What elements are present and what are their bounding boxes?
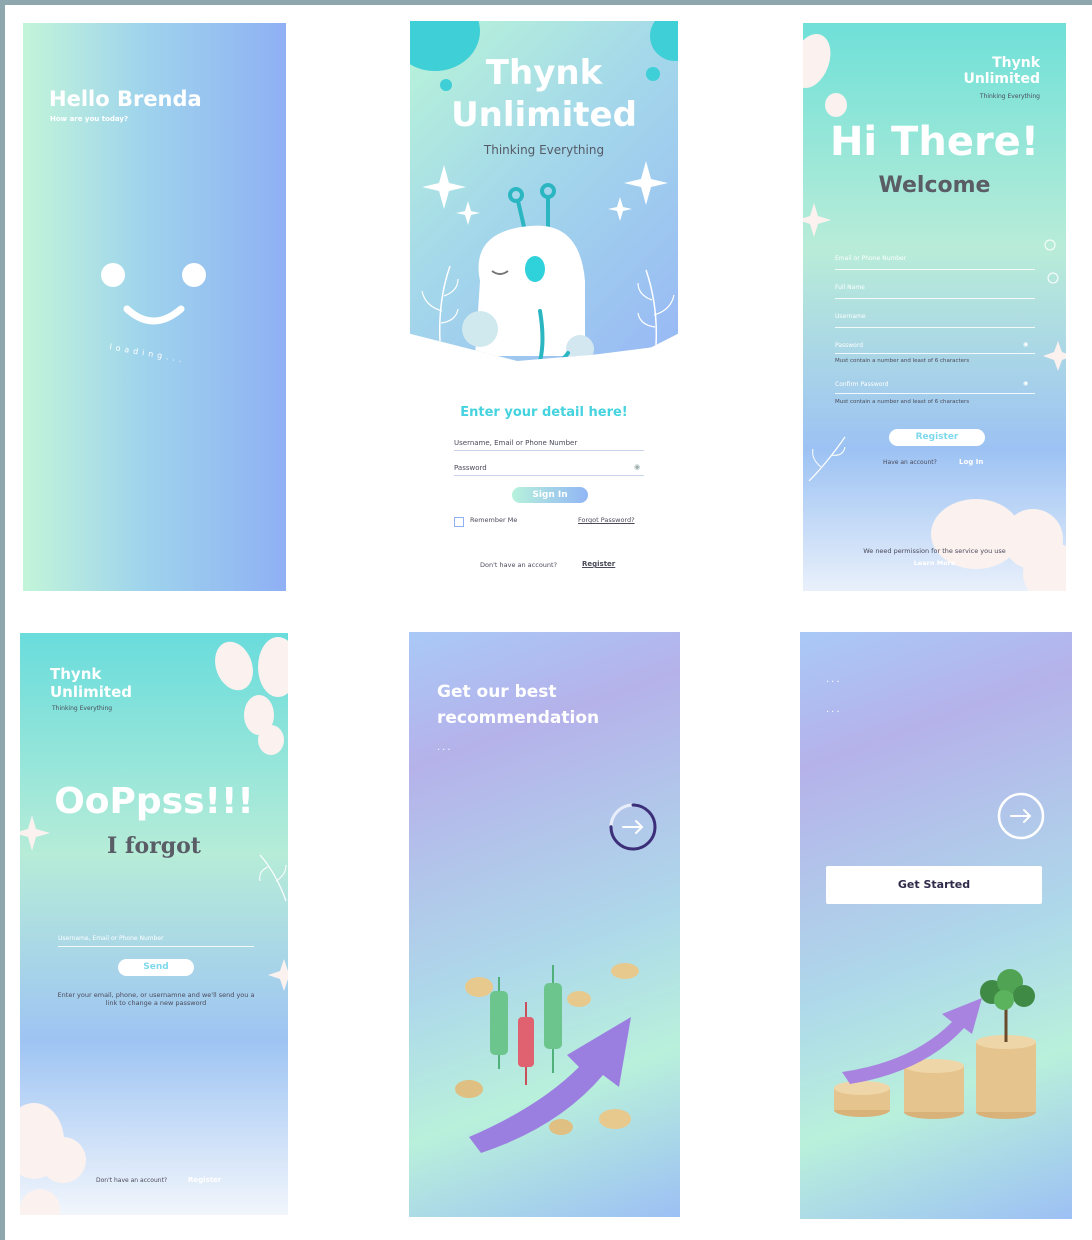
email-field-underline [835, 269, 1035, 270]
logo-tagline: Thinking Everything [52, 705, 113, 712]
loading-screen: Hello Brenda How are you today? loading.… [23, 23, 286, 591]
leaf-decoration-icon [259, 854, 287, 902]
forgot-password-link[interactable]: Forgot Password? [578, 516, 635, 524]
signin-heading: Enter your detail here! [460, 405, 628, 420]
logo-text-line2: Unlimited [963, 71, 1040, 87]
signin-hero: Thynk Unlimited Thinking Everything [410, 21, 678, 361]
register-subheading: Welcome [878, 173, 991, 198]
sparkle-icon [803, 203, 831, 237]
forgot-password-screen: Thynk Unlimited Thinking Everything OoPp… [20, 633, 288, 1215]
next-arrow-progress-button[interactable] [606, 800, 660, 854]
have-account-text: Have an account? [883, 459, 937, 466]
signin-button[interactable]: Sign In [512, 487, 588, 503]
ghost-mascot-icon [462, 183, 594, 361]
register-heading: Hi There! [829, 119, 1040, 165]
forgot-subheading: I forgot [107, 833, 201, 859]
leaf-decoration-icon [421, 265, 459, 341]
brand-title-line2: Unlimited [451, 95, 637, 135]
sparkle-icon [268, 959, 288, 991]
password-hint: Must contain a number and least of 6 cha… [835, 358, 970, 364]
eye-icon[interactable]: ◉ [634, 463, 640, 471]
send-button[interactable]: Send [118, 959, 194, 976]
password-input[interactable]: Password [454, 464, 644, 476]
page-dots: ... [437, 742, 453, 753]
cream-blob [258, 637, 288, 697]
username-field[interactable]: Username [835, 313, 866, 320]
forgot-input-underline [58, 946, 254, 947]
get-started-button[interactable]: Get Started [826, 866, 1042, 904]
logo-text-line2: Unlimited [50, 683, 132, 701]
candlestick-growth-illustration [455, 963, 639, 1153]
username-field-underline [835, 327, 1035, 328]
cream-blob [40, 1137, 86, 1183]
signin-screen: Thynk Unlimited Thinking Everything Ente… [410, 21, 678, 583]
next-arrow-button[interactable] [995, 790, 1047, 842]
forgot-heading: OoPpss!!! [54, 781, 254, 822]
register-button[interactable]: Register [889, 429, 985, 446]
register-link[interactable]: Register [582, 560, 615, 568]
smiley-face-icon [101, 263, 206, 325]
brand-title-line1: Thynk [485, 53, 603, 93]
cream-blob [208, 636, 260, 696]
confirm-password-underline [835, 393, 1035, 394]
register-screen: Thynk Unlimited Thinking Everything Hi T… [803, 23, 1066, 591]
onboarding-get-started-screen: ... ... Get Started [800, 632, 1072, 1219]
fullname-field[interactable]: Full Name [835, 284, 865, 291]
sparkle-icon [1043, 341, 1066, 371]
username-input[interactable]: Username, Email or Phone Number [454, 439, 644, 451]
password-field-underline [835, 353, 1035, 354]
cream-blob [803, 28, 838, 94]
greeting-subtitle: How are you today? [50, 115, 129, 123]
eye-icon[interactable]: ◉ [1023, 380, 1028, 387]
cream-blob [258, 725, 284, 755]
greeting-title: Hello Brenda [49, 87, 202, 111]
cream-blob [20, 1189, 60, 1215]
learn-more-link[interactable]: Learn More [803, 559, 1066, 567]
no-account-text: Don't have an account? [480, 561, 558, 569]
onboarding-headline-line2: recommendation [437, 708, 600, 728]
onboarding-recommendation-screen: Get our best recommendation ... [409, 632, 680, 1217]
forgot-instructions: Enter your email, phone, or usernamne an… [57, 991, 255, 1007]
register-link[interactable]: Register [188, 1176, 221, 1184]
confirm-password-field[interactable]: Confirm Password [835, 381, 889, 388]
logo-tagline: Thinking Everything [979, 93, 1040, 100]
login-link[interactable]: Log In [959, 458, 983, 466]
eye-icon[interactable]: ◉ [1023, 341, 1028, 348]
brand-tagline: Thinking Everything [483, 143, 605, 157]
cream-blob [825, 93, 847, 117]
leaf-decoration-icon [637, 269, 675, 345]
logo-text-line1: Thynk [992, 55, 1040, 71]
remember-me-label: Remember Me [470, 516, 518, 524]
remember-me-checkbox[interactable] [454, 517, 464, 527]
page-dots-top: ... [826, 674, 842, 685]
bubble-decoration-icon [1044, 239, 1059, 284]
onboarding-headline-line1: Get our best [437, 682, 557, 702]
password-field[interactable]: Password [835, 342, 863, 349]
leaf-decoration-icon [808, 436, 846, 482]
confirm-password-hint: Must contain a number and least of 6 cha… [835, 399, 970, 405]
permission-text: We need permission for the service you u… [863, 547, 1006, 555]
no-account-text: Don't have an account? [96, 1177, 168, 1184]
logo-text-line1: Thynk [50, 665, 102, 683]
fullname-field-underline [835, 298, 1035, 299]
page-dots-bottom: ... [826, 704, 842, 715]
forgot-input[interactable]: Username, Email or Phone Number [58, 935, 164, 942]
email-field[interactable]: Email or Phone Number [835, 255, 906, 262]
design-canvas: Hello Brenda How are you today? loading.… [5, 5, 1092, 1240]
coin-growth-illustration [834, 969, 1036, 1119]
